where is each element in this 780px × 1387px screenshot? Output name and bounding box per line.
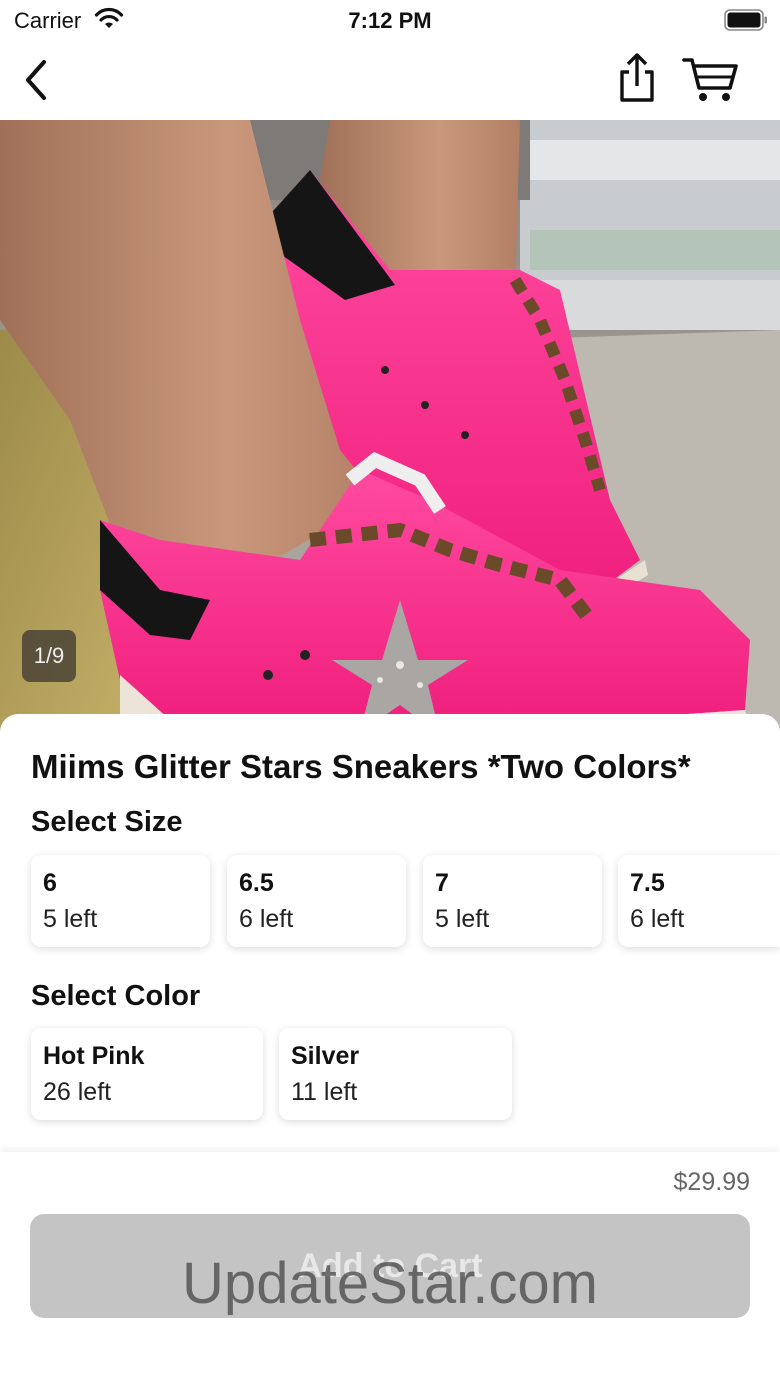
select-size-label: Select Size [31,806,183,838]
size-option-7[interactable]: 7 5 left [423,855,602,947]
sneaker-photo [0,120,780,740]
color-option-stock: 26 left [43,1078,112,1106]
select-color-label: Select Color [31,980,201,1012]
cart-button[interactable] [682,54,740,104]
size-option-name: 7.5 [630,869,665,897]
size-option-stock: 5 left [435,905,490,933]
size-option-name: 6 [43,869,57,897]
color-option-silver[interactable]: Silver 11 left [279,1028,512,1120]
chevron-left-icon [26,60,46,100]
size-option-stock: 6 left [239,905,294,933]
product-details-sheet: Miims Glitter Stars Sneakers *Two Colors… [0,714,780,1154]
color-option-hot-pink[interactable]: Hot Pink 26 left [31,1028,263,1120]
color-option-stock: 11 left [291,1078,358,1106]
purchase-bar: $29.99 Add to Cart UpdateStar.com [0,1152,780,1387]
nav-bar [0,40,780,120]
battery-icon [724,9,767,31]
price-label: $29.99 [673,1168,750,1196]
size-option-name: 7 [435,869,449,897]
cart-icon [682,58,738,101]
size-option-stock: 5 left [43,905,98,933]
back-button[interactable] [18,56,58,104]
size-option-7-5[interactable]: 7.5 6 left [618,855,780,947]
share-button[interactable] [612,52,662,104]
status-time: 7:12 PM [348,8,432,33]
image-counter: 1/9 [22,630,76,682]
share-icon [620,53,654,102]
color-option-name: Silver [291,1042,360,1070]
size-option-stock: 6 left [630,905,685,933]
size-option-6-5[interactable]: 6.5 6 left [227,855,406,947]
size-option-name: 6.5 [239,869,274,897]
color-option-name: Hot Pink [43,1042,145,1070]
product-image[interactable]: 1/9 [0,120,780,740]
status-bar: Carrier 7:12 PM [0,0,780,40]
size-option-6[interactable]: 6 5 left [31,855,210,947]
watermark: UpdateStar.com [182,1251,598,1316]
product-title: Miims Glitter Stars Sneakers *Two Colors… [31,748,691,785]
